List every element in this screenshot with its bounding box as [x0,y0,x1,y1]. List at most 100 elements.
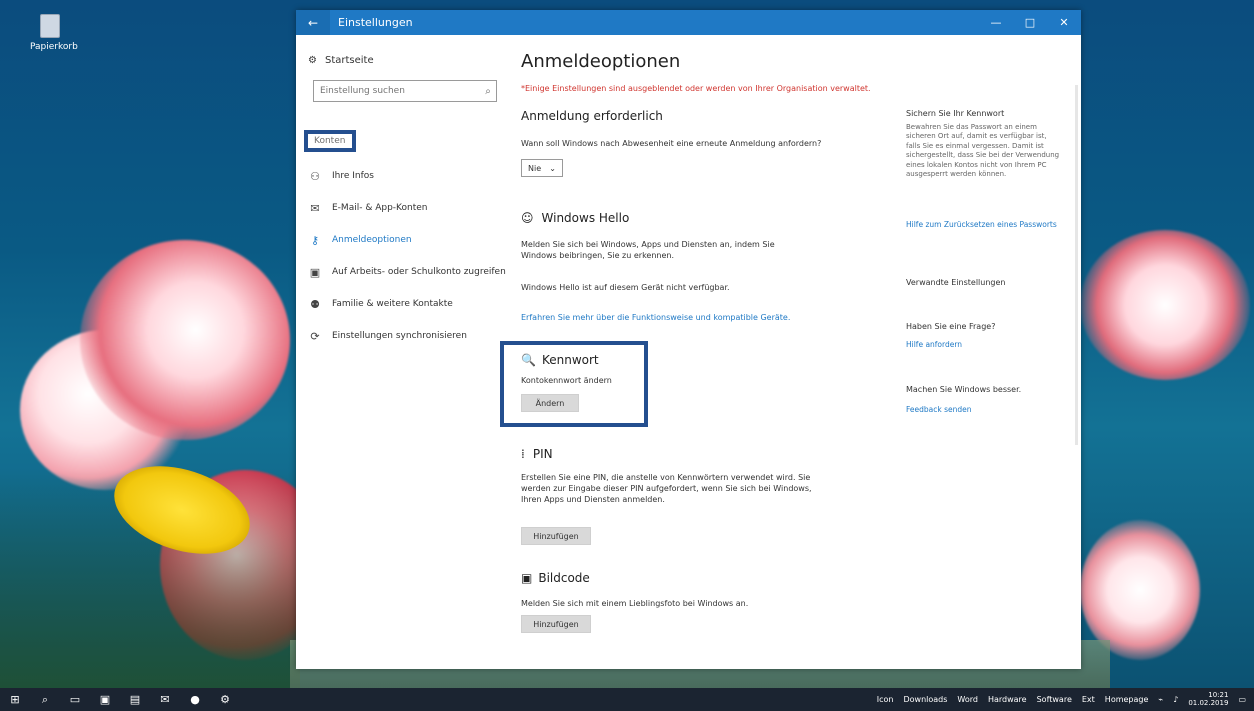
gear-icon: ⚙ [220,693,230,706]
back-button[interactable]: ← [296,10,330,35]
section-label-text: Konten [314,136,346,146]
home-link[interactable]: ⚙ Startseite [308,55,374,66]
windows-logo-icon: ⊞ [10,693,20,706]
sidebar-item-label: Einstellungen synchronisieren [332,331,467,341]
notification-icon[interactable]: ▭ [1238,695,1246,704]
change-password-button[interactable]: Ändern [521,394,579,412]
window-title: Einstellungen [338,16,413,29]
tray-toolbar-item[interactable]: Software [1037,695,1072,704]
tray-toolbar-item[interactable]: Hardware [988,695,1027,704]
picture-icon: ▣ [521,571,533,585]
network-icon[interactable]: ⌁ [1158,695,1163,704]
chrome-button[interactable]: ● [180,688,210,711]
search-icon[interactable]: ⌕ [480,86,496,97]
password-heading: 🔍 Kennwort [521,353,599,367]
sidebar-item-familie-kontakte[interactable]: ⚉ Familie & weitere Kontakte [308,288,508,320]
close-button[interactable]: ✕ [1047,10,1081,35]
smiley-icon: ☺ [521,211,534,225]
person-card-icon: ⚇ [310,169,320,183]
windows-hello-heading: ☺ Windows Hello [521,211,629,225]
start-button[interactable]: ⊞ [0,688,30,711]
coral-decoration [1080,230,1250,380]
tray-toolbar-item[interactable]: Downloads [903,695,947,704]
require-signin-dropdown[interactable]: Nie ⌄ [521,159,563,177]
sidebar-item-arbeits-schulkonto[interactable]: ▣ Auf Arbeits- oder Schulkonto zugreifen [308,256,508,288]
taskbar: ⊞ ⌕ ▭ ▣ ▤ ✉ ● ⚙ Icon Downloads Word Hard… [0,688,1254,711]
window-controls: — □ ✕ [979,10,1081,35]
require-signin-value: Nie [528,163,542,173]
sidebar-item-email-app-konten[interactable]: ✉ E-Mail- & App-Konten [308,192,508,224]
sidebar-item-label: E-Mail- & App-Konten [332,203,428,213]
sidebar-item-anmeldeoptionen[interactable]: ⚷ Anmeldeoptionen [308,224,508,256]
key-icon: 🔍 [521,353,536,367]
tray-toolbar-item[interactable]: Icon [877,695,894,704]
sidebar-item-label: Auf Arbeits- oder Schulkonto zugreifen [332,267,506,277]
sidebar-item-ihre-infos[interactable]: ⚇ Ihre Infos [308,160,508,192]
windows-hello-status: Windows Hello ist auf diesem Gerät nicht… [521,283,730,292]
sync-icon: ⟳ [310,329,320,343]
chrome-icon: ● [190,693,200,706]
store-button[interactable]: ▣ [90,688,120,711]
pin-description: Erstellen Sie eine PIN, die anstelle von… [521,473,812,504]
send-feedback-link[interactable]: Feedback senden [906,405,1061,415]
password-description: Kontokennwort ändern [521,376,612,385]
search-button[interactable]: ⌕ [30,688,60,711]
pin-dots-icon: ⁞ [521,447,525,461]
recycle-bin-icon [40,14,60,38]
settings-button[interactable]: ⚙ [210,688,240,711]
gear-icon: ⚙ [308,55,317,66]
secure-password-text: Bewahren Sie das Passwort an einem siche… [906,123,1060,179]
store-icon: ▣ [99,693,111,706]
tray-toolbar-item[interactable]: Homepage [1105,695,1149,704]
settings-sidebar: ⚙ Startseite ⌕ Konten ⚇ Ihre Infos ✉ E-M… [296,35,506,669]
explorer-button[interactable]: ▤ [120,688,150,711]
improve-windows-heading: Machen Sie Windows besser. [906,385,1022,394]
task-view-button[interactable]: ▭ [60,688,90,711]
tray-toolbar-item[interactable]: Ext [1082,695,1095,704]
main-content: Anmeldeoptionen *Einige Einstellungen si… [500,35,921,669]
windows-hello-learn-more-link[interactable]: Erfahren Sie mehr über die Funktionsweis… [521,313,790,322]
volume-icon[interactable]: ♪ [1173,695,1178,704]
taskbar-clock[interactable]: 10:21 01.02.2019 [1188,691,1228,707]
pin-heading: ⁞ PIN [521,447,553,461]
add-pin-button[interactable]: Hinzufügen [521,527,591,545]
sidebar-item-label: Ihre Infos [332,171,374,181]
taskbar-icons: ⊞ ⌕ ▭ ▣ ▤ ✉ ● ⚙ [0,688,240,711]
mail-icon: ✉ [160,693,170,706]
password-heading-text: Kennwort [541,353,599,367]
briefcase-icon: ▣ [309,265,321,279]
mail-icon: ✉ [310,201,320,215]
recycle-bin[interactable]: Papierkorb [30,14,78,52]
require-signin-question: Wann soll Windows nach Abwesenheit eine … [521,139,822,148]
maximize-button[interactable]: □ [1013,10,1047,35]
settings-search: ⌕ [313,80,497,102]
settings-window: ← Einstellungen — □ ✕ ⚙ Startseite ⌕ Kon… [296,10,1081,669]
home-label: Startseite [324,55,374,66]
coral-decoration [80,240,290,440]
system-tray: Icon Downloads Word Hardware Software Ex… [877,691,1254,707]
sidebar-item-label: Familie & weitere Kontakte [332,299,453,309]
picture-password-heading: ▣ Bildcode [521,571,590,585]
windows-hello-heading-text: Windows Hello [541,211,630,225]
sidebar-item-sync[interactable]: ⟳ Einstellungen synchronisieren [308,320,508,352]
picture-password-description: Melden Sie sich mit einem Lieblingsfoto … [521,599,749,608]
content-scrollbar[interactable] [1075,85,1078,445]
add-picture-password-button[interactable]: Hinzufügen [521,615,591,633]
settings-search-input[interactable] [314,85,481,97]
tray-toolbar-item[interactable]: Word [957,695,978,704]
mail-button[interactable]: ✉ [150,688,180,711]
minimize-button[interactable]: — [979,10,1013,35]
get-help-link[interactable]: Hilfe anfordern [906,340,1061,350]
close-icon: ✕ [1059,16,1069,29]
section-label-konten: Konten [304,130,356,152]
maximize-icon: □ [1024,16,1036,29]
coral-decoration [1080,520,1200,660]
reset-password-help-link[interactable]: Hilfe zum Zurücksetzen eines Passworts [906,220,1061,230]
task-view-icon: ▭ [69,693,81,706]
sidebar-nav: ⚇ Ihre Infos ✉ E-Mail- & App-Konten ⚷ An… [308,160,508,352]
chevron-down-icon: ⌄ [549,163,556,173]
org-managed-note: *Einige Einstellungen sind ausgeblendet … [521,84,871,93]
question-heading: Haben Sie eine Frage? [906,322,996,331]
pin-heading-text: PIN [532,447,553,461]
secure-password-heading: Sichern Sie Ihr Kennwort [906,109,1005,118]
